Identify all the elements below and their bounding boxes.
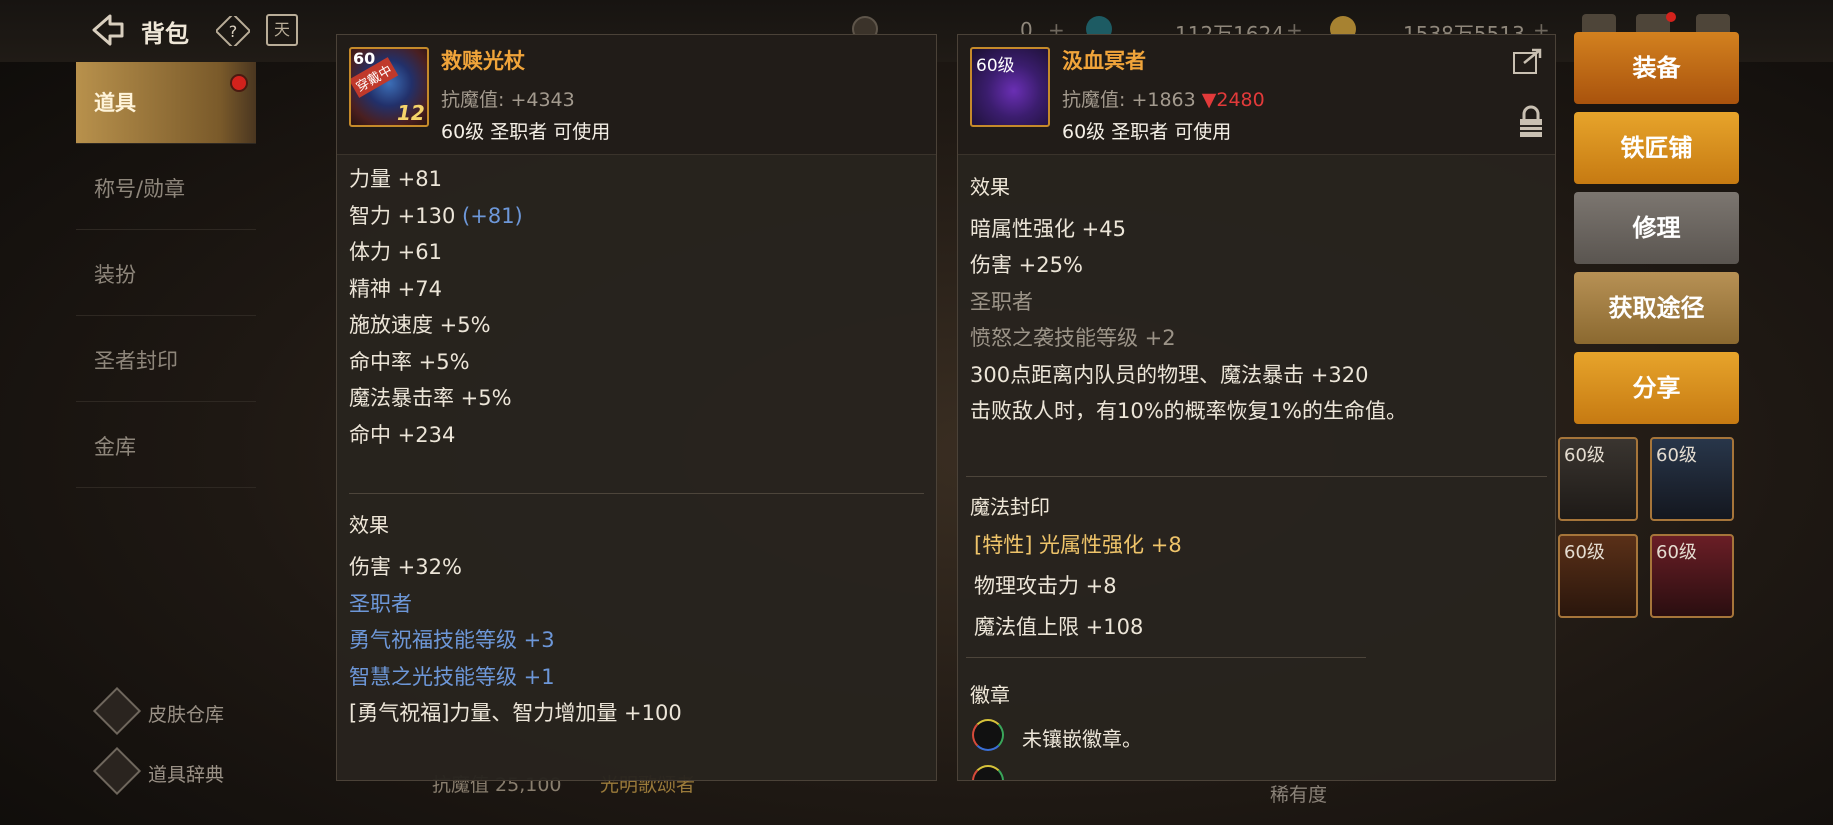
effect-section-title: 效果 — [349, 513, 389, 537]
seal-section-title: 魔法封印 — [970, 495, 1050, 519]
item-icon-scythe[interactable]: 60级 — [970, 47, 1050, 127]
enhance-level-label: 12 — [397, 101, 425, 125]
effect-line: 击败敌人时，有10%的概率恢复1%的生命值。 — [970, 399, 1407, 423]
obtain-source-button[interactable]: 获取途径 — [1574, 272, 1739, 344]
share-button[interactable]: 分享 — [1574, 352, 1739, 424]
inventory-slot[interactable]: 60级 — [1650, 437, 1734, 521]
stat-line: 力量 +81 — [349, 167, 442, 191]
brush-icon — [92, 686, 142, 736]
effect-line: [勇气祝福]力量、智力增加量 +100 — [349, 701, 682, 725]
lock-icon[interactable] — [1518, 105, 1544, 139]
equip-button[interactable]: 装备 — [1574, 32, 1739, 104]
stat-line: 体力 +61 — [349, 240, 442, 264]
page-title: 背包 — [141, 20, 189, 48]
item-requirement: 60级 圣职者 可使用 — [1062, 121, 1232, 143]
compared-item-tooltip: 60级 汲血冥者 抗魔值: +1863 ▼2480 60级 圣职者 可使用 效果… — [957, 34, 1556, 781]
mail-notification-dot — [1666, 12, 1676, 22]
inventory-slot[interactable]: 60级 — [1558, 534, 1638, 618]
effect-line: 勇气祝福技能等级 +3 — [349, 628, 555, 652]
effect-line: 圣职者 — [970, 290, 1033, 314]
equipped-item-tooltip: 60 穿戴中 12 救赎光杖 抗魔值: +4343 60级 圣职者 可使用 力量… — [336, 34, 937, 781]
sidebar-item-saint-seal[interactable]: 圣者封印 — [76, 320, 256, 402]
item-name: 汲血冥者 — [1062, 49, 1146, 73]
seal-line: 物理攻击力 +8 — [974, 574, 1117, 598]
sidebar-item-label: 装扮 — [94, 263, 136, 287]
back-arrow-icon[interactable] — [88, 10, 128, 50]
effect-line: 伤害 +25% — [970, 253, 1083, 277]
blacksmith-button[interactable]: 铁匠铺 — [1574, 112, 1739, 184]
emblem-socket-icon[interactable] — [972, 719, 1004, 751]
sidebar-item-avatar[interactable]: 装扮 — [76, 234, 256, 316]
inventory-slot[interactable]: 60级 — [1558, 437, 1638, 521]
section-divider — [966, 657, 1366, 658]
sidebar-item-label: 圣者封印 — [94, 349, 178, 373]
stat-line: 命中率 +5% — [349, 350, 470, 374]
item-requirement: 60级 圣职者 可使用 — [441, 121, 611, 143]
emblem-slot-text: 未镶嵌徽章。 — [1022, 727, 1142, 751]
effect-line: 伤害 +32% — [349, 555, 462, 579]
sidebar-item-titles[interactable]: 称号/勋章 — [76, 148, 256, 230]
item-name: 救赎光杖 — [441, 49, 525, 73]
sidebar-item-items[interactable]: 道具 — [76, 62, 256, 144]
section-divider — [349, 493, 924, 494]
stat-line: 精神 +74 — [349, 277, 442, 301]
item-resist-value: 抗魔值: +4343 — [441, 89, 575, 111]
repair-button[interactable]: 修理 — [1574, 192, 1739, 264]
stat-line: 智力 +130 (+81) — [349, 204, 523, 228]
share-link-icon[interactable] — [1512, 47, 1544, 75]
effect-line: 300点距离内队员的物理、魔法暴击 +320 — [970, 363, 1369, 387]
sidebar: 道具 称号/勋章 装扮 圣者封印 金库 — [76, 62, 256, 492]
effect-line: 智慧之光技能等级 +1 — [349, 665, 555, 689]
item-resist-value: 抗魔值: +1863 ▼2480 — [1062, 89, 1265, 111]
sidebar-item-label: 道具 — [94, 91, 136, 115]
emblem-socket-icon[interactable] — [972, 765, 1004, 780]
stat-line: 命中 +234 — [349, 423, 456, 447]
stat-line: 魔法暴击率 +5% — [349, 386, 512, 410]
book-icon — [92, 746, 142, 796]
emblem-section-title: 徽章 — [970, 683, 1010, 707]
seal-line: 魔法值上限 +108 — [974, 615, 1144, 639]
seal-line: [特性] 光属性强化 +8 — [974, 533, 1182, 557]
sidebar-item-label: 称号/勋章 — [94, 177, 186, 201]
effect-line: 圣职者 — [349, 592, 412, 616]
item-icon-staff[interactable]: 60 穿戴中 12 — [349, 47, 429, 127]
help-icon[interactable]: ? — [216, 16, 250, 46]
sidebar-item-vault[interactable]: 金库 — [76, 406, 256, 488]
notification-dot — [230, 74, 248, 92]
skin-storage-label: 皮肤仓库 — [148, 704, 225, 726]
effect-line: 愤怒之袭技能等级 +2 — [970, 326, 1176, 350]
rarity-sort-label[interactable]: 稀有度 — [1270, 780, 1327, 807]
effect-section-title: 效果 — [970, 175, 1010, 199]
section-divider — [966, 476, 1547, 477]
icon-level-label: 60级 — [976, 56, 1015, 76]
sidebar-item-label: 金库 — [94, 435, 136, 459]
inventory-slot[interactable]: 60级 — [1650, 534, 1734, 618]
svg-text:?: ? — [229, 22, 238, 41]
item-dictionary-label: 道具辞典 — [148, 764, 225, 786]
resist-decrease: ▼2480 — [1201, 89, 1265, 111]
calendar-icon[interactable]: 天 — [266, 14, 298, 46]
stat-line: 施放速度 +5% — [349, 313, 491, 337]
effect-line: 暗属性强化 +45 — [970, 217, 1126, 241]
